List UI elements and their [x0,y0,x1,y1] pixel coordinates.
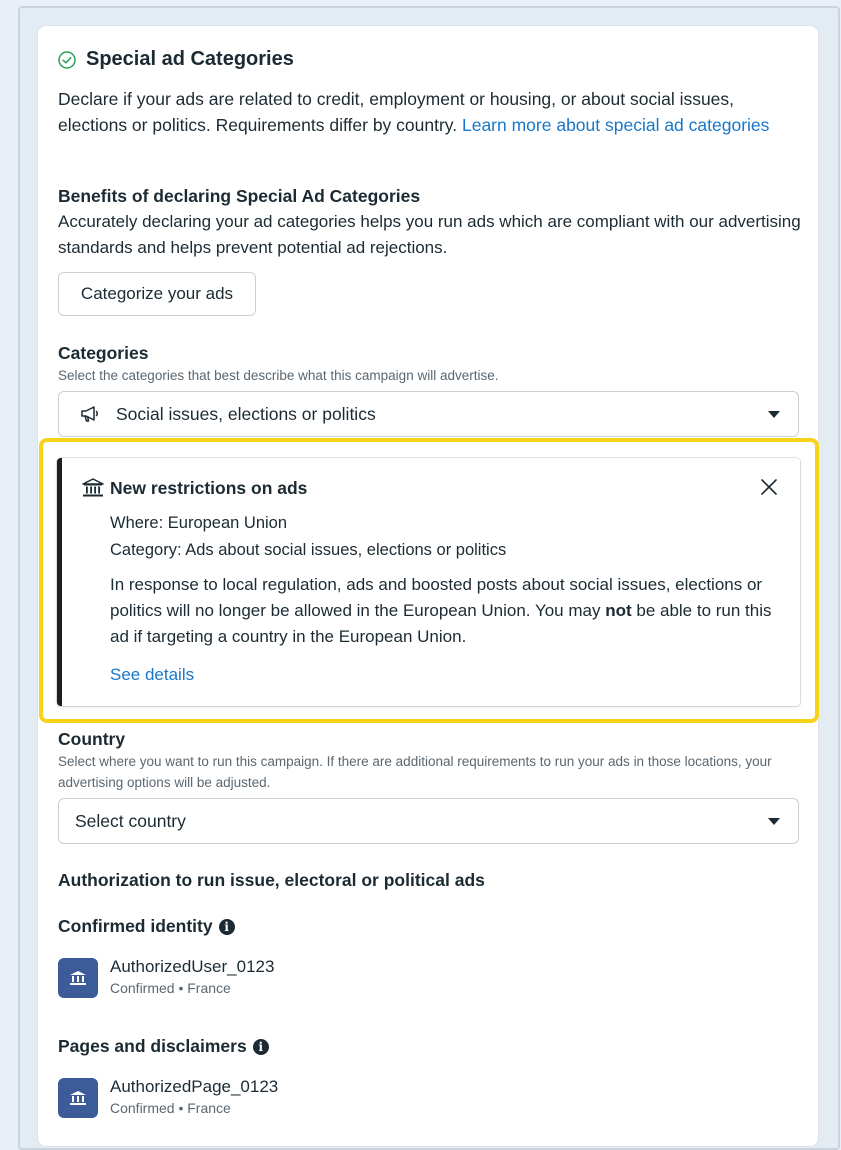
restrictions-notice: New restrictions on ads Where: European … [57,458,800,706]
notice-title: New restrictions on ads [110,478,308,498]
identity-name: AuthorizedUser_0123 [110,957,275,976]
benefits-heading: Benefits of declaring Special Ad Categor… [58,186,421,206]
chevron-down-icon[interactable] [768,818,780,825]
country-helper: Select where you want to run this campai… [58,754,772,790]
identity-entry: AuthorizedUser_0123 Confirmed • France [58,956,274,998]
confirmed-identity-label: Confirmed identity [58,916,213,936]
info-icon[interactable]: i [252,1039,269,1055]
notice-category: Category: Ads about social issues, elect… [110,541,507,559]
building-icon [58,958,98,998]
page-name: AuthorizedPage_0123 [110,1077,279,1096]
section-title: Special ad Categories [58,48,294,71]
close-icon[interactable] [760,478,778,496]
notice-body-bold: not [605,601,632,620]
categories-select[interactable]: Social issues, elections or politics [58,391,799,437]
notice-body: In response to local regulation, ads and… [110,572,785,650]
chevron-down-icon[interactable] [768,411,780,418]
authorization-heading: Authorization to run issue, electoral or… [58,870,485,890]
categories-helper: Select the categories that best describe… [58,368,499,383]
country-heading: Country [58,729,126,749]
info-icon[interactable]: i [218,919,235,935]
government-building-icon [82,478,104,497]
pages-disclaimers-heading: Pages and disclaimers i [58,1036,269,1057]
check-circle-icon [58,50,76,69]
see-details-link[interactable]: See details [110,665,194,685]
page-status: Confirmed • France [110,1100,231,1116]
page-entry: AuthorizedPage_0123 Confirmed • France [58,1076,278,1118]
building-icon [58,1078,98,1118]
section-intro: Declare if your ads are related to credi… [58,86,803,138]
identity-status: Confirmed • France [110,980,231,996]
country-select[interactable]: Select country [58,798,799,844]
notice-where: Where: European Union [110,514,288,532]
learn-more-link[interactable]: Learn more about special ad categories [462,115,769,135]
section-title-text: Special ad Categories [86,48,294,70]
country-select-placeholder: Select country [75,810,186,831]
categorize-ads-button[interactable]: Categorize your ads [58,272,256,316]
benefits-text: Accurately declaring your ad categories … [58,212,801,257]
categories-selected-value: Social issues, elections or politics [116,403,376,424]
pages-disclaimers-label: Pages and disclaimers [58,1036,247,1056]
confirmed-identity-heading: Confirmed identity i [58,916,235,937]
megaphone-icon [81,406,98,422]
categories-heading: Categories [58,343,149,363]
